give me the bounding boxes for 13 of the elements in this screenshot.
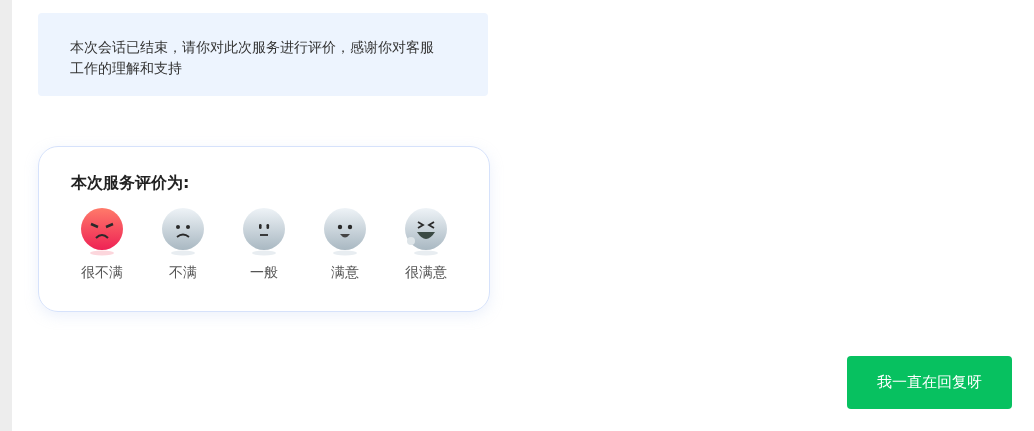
rating-label: 满意: [330, 264, 359, 282]
sad-face-icon[interactable]: [161, 208, 204, 256]
neutral-face-icon[interactable]: [242, 208, 285, 256]
reply-button[interactable]: 我一直在回复呀: [847, 356, 1012, 409]
rating-label: 很不满: [80, 264, 123, 282]
rating-title: 本次服务评价为:: [71, 173, 191, 194]
angry-face-icon[interactable]: [80, 208, 123, 256]
rating-label: 不满: [168, 264, 197, 282]
rating-label: 很满意: [404, 264, 447, 282]
laugh-face-icon[interactable]: [404, 208, 447, 256]
smile-face-icon[interactable]: [323, 208, 366, 256]
rating-label: 一般: [249, 264, 278, 282]
session-ended-message: 本次会话已结束，请你对此次服务进行评价，感谢你对客服工作的理解和支持: [38, 13, 488, 96]
